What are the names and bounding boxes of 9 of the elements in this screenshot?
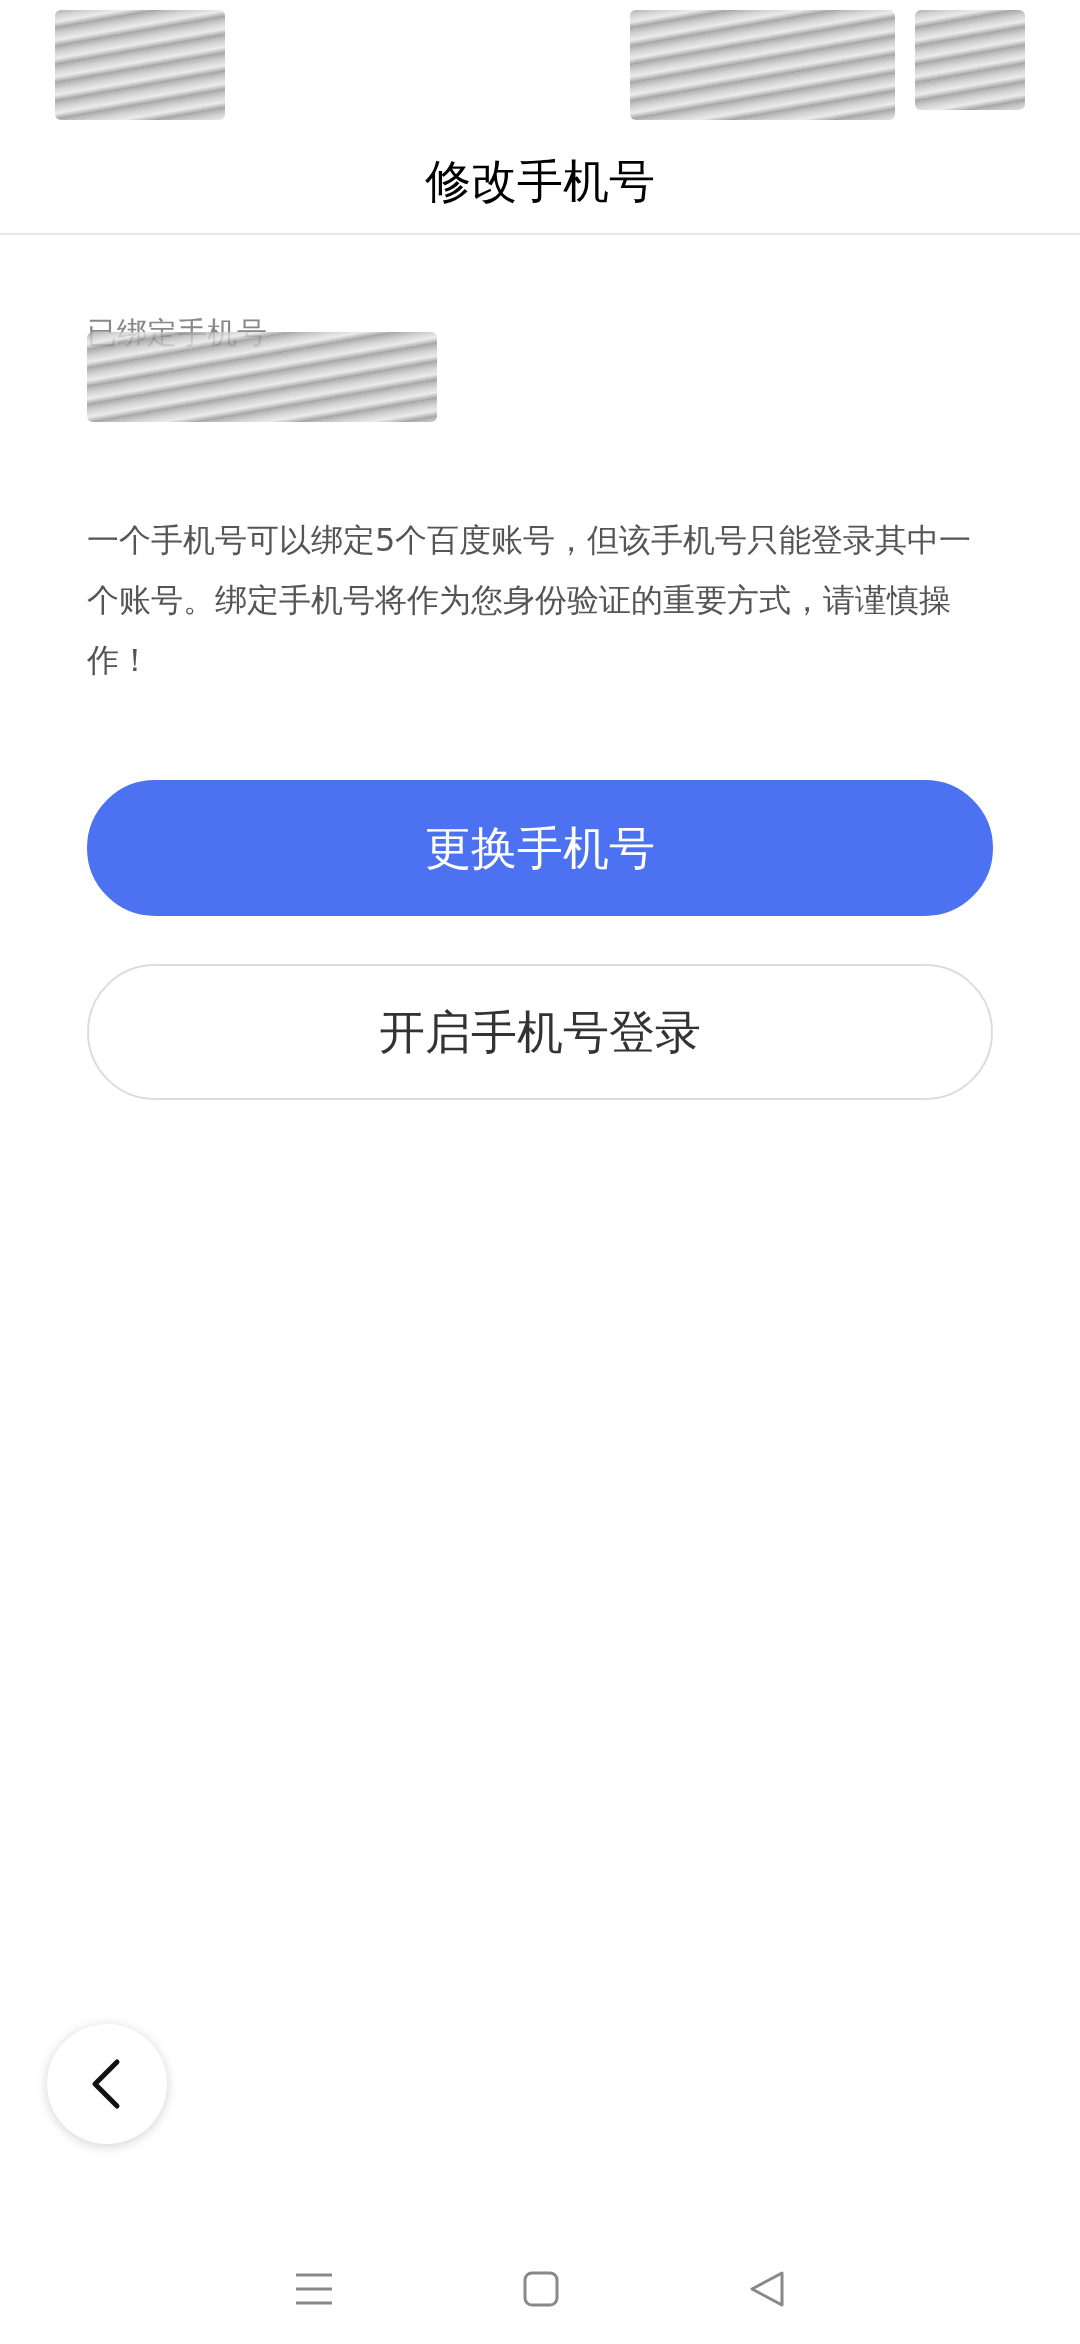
notice-text: 一个手机号可以绑定5个百度账号，但该手机号只能登录其中一个账号。绑定手机号将作为您身份验证的重要方式，请谨慎操作！	[87, 520, 973, 681]
phone-login-button[interactable]: 开启手机号登录	[87, 964, 993, 1100]
page-title: 修改手机号	[425, 153, 655, 210]
bound-phone-label: 已绑定手机号	[87, 315, 267, 350]
back-button[interactable]	[47, 2024, 167, 2144]
change-phone-button[interactable]: 更换手机号	[87, 780, 993, 916]
menu-icon[interactable]	[294, 2271, 334, 2307]
back-triangle-icon[interactable]	[748, 2269, 786, 2309]
home-square-icon[interactable]	[522, 2270, 560, 2308]
